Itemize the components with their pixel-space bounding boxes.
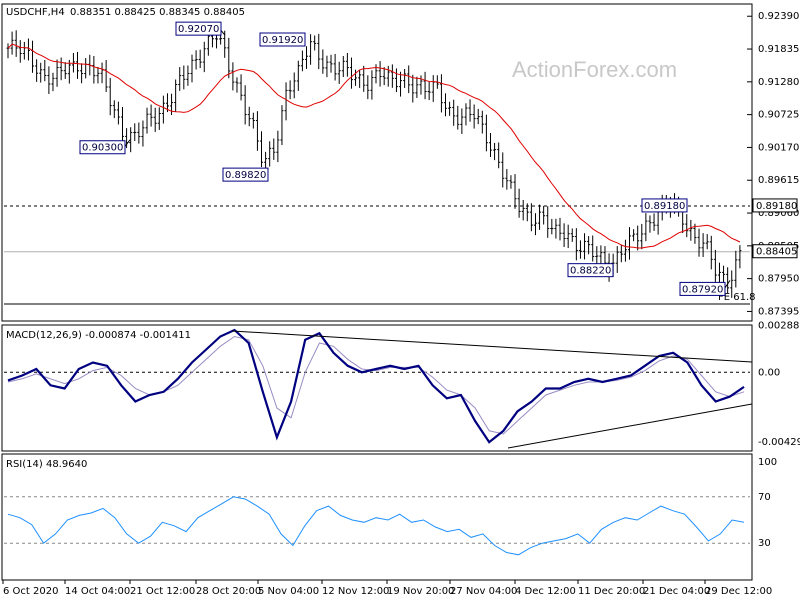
quote-values: 0.88351 0.88425 0.88345 0.88405 xyxy=(70,7,245,18)
price-tick-label: 0.90170 xyxy=(758,142,799,153)
price-tick-label: 0.87395 xyxy=(758,306,799,317)
annotation-label: 0.89180 xyxy=(644,201,685,212)
level-price-label: 0.89180 xyxy=(756,201,797,212)
price-tick-label: 0.89615 xyxy=(758,175,799,186)
price-tick-label: 0.90725 xyxy=(758,110,799,121)
time-tick-label: 6 Oct 2020 xyxy=(3,586,58,597)
time-tick-label: 29 Dec 12:00 xyxy=(705,586,772,597)
time-tick-label: 19 Nov 20:00 xyxy=(387,586,454,597)
watermark: ActionForex.com xyxy=(512,57,677,82)
price-axis: 0.92390 0.91835 0.91280 0.90725 0.90170 0.896… xyxy=(747,11,799,317)
macd-tick-label: -0.004298 xyxy=(758,437,800,448)
rsi-tick-label: 70 xyxy=(758,492,771,503)
window-title: USDCHF,H4 xyxy=(6,7,65,18)
annotation-label: 0.88220 xyxy=(570,266,611,277)
rsi-tick-label: 100 xyxy=(758,457,777,468)
price-tick-label: 0.87950 xyxy=(758,274,799,285)
time-tick-label: 28 Oct 20:00 xyxy=(196,586,261,597)
rsi-title: RSI(14) 48.9640 xyxy=(6,459,87,470)
annotation-label: 0.89820 xyxy=(225,170,266,181)
time-tick-label: 11 Dec 20:00 xyxy=(578,586,645,597)
annotation-label: 0.92070 xyxy=(178,24,219,35)
current-price-label: 0.88405 xyxy=(756,247,797,258)
macd-tick-label: 0.00288 xyxy=(758,320,799,331)
macd-tick-label: 0.00 xyxy=(758,367,780,378)
annotation-label: 0.90300 xyxy=(82,143,123,154)
time-axis: 6 Oct 2020 14 Oct 04:00 21 Oct 12:00 28 Oct… xyxy=(2,580,772,597)
price-tick-label: 0.91280 xyxy=(758,77,799,88)
price-panel xyxy=(1,3,753,322)
chart-canvas: ActionForex.com 0.923900.918350.912800.9… xyxy=(1,3,800,597)
time-tick-label: 14 Oct 04:00 xyxy=(65,586,130,597)
macd-title: MACD(12,26,9) -0.000874 -0.001411 xyxy=(6,330,191,341)
time-tick-label: 12 Nov 12:00 xyxy=(322,586,389,597)
annotation-label: 0.87920 xyxy=(682,284,723,295)
price-tick-label: 0.92390 xyxy=(758,11,799,22)
time-tick-label: 21 Dec 04:00 xyxy=(643,586,710,597)
rsi-tick-label: 30 xyxy=(758,538,771,549)
price-tick-label: 0.91835 xyxy=(758,44,799,55)
time-tick-label: 4 Dec 12:00 xyxy=(515,586,576,597)
time-tick-label: 5 Nov 04:00 xyxy=(258,586,319,597)
annotation-label: 0.91920 xyxy=(262,35,303,46)
macd-panel xyxy=(1,324,753,452)
time-tick-label: 21 Oct 12:00 xyxy=(130,586,195,597)
time-tick-label: 27 Nov 04:00 xyxy=(450,586,517,597)
